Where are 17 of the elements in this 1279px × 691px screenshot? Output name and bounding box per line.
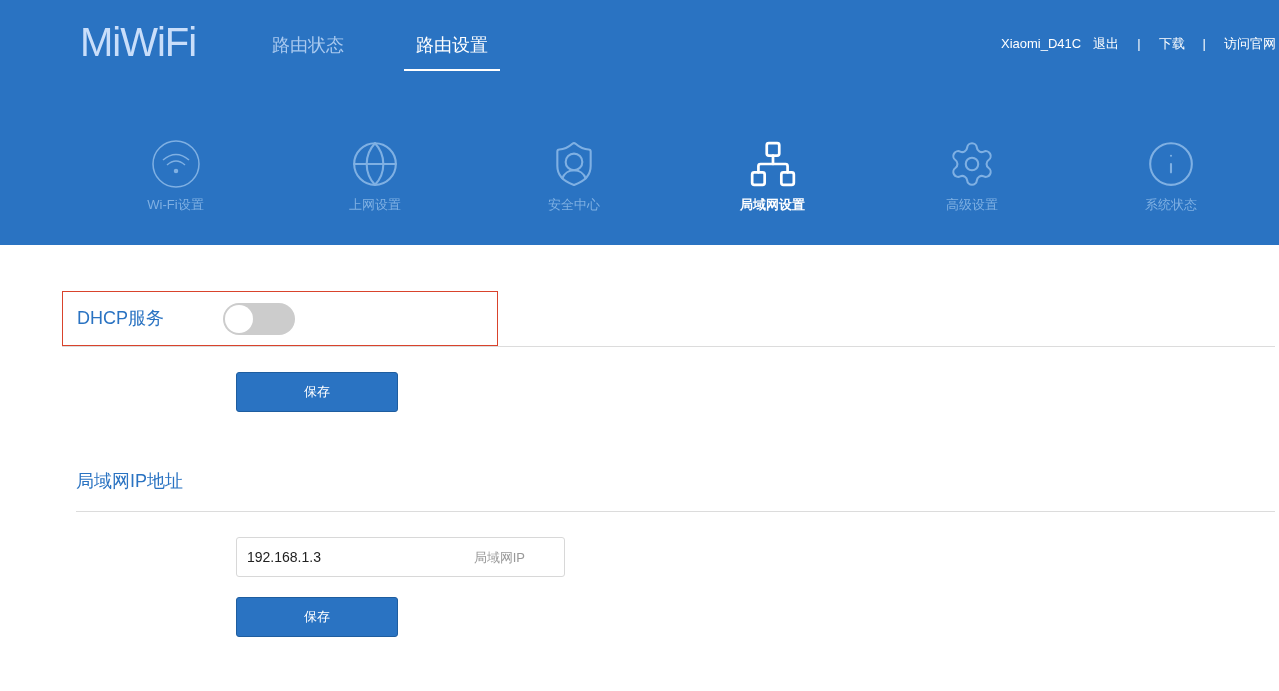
separator: | (1201, 35, 1207, 53)
settings-menu-item[interactable]: 局域网设置 (673, 139, 872, 215)
nav-tab[interactable]: 路由设置 (404, 22, 500, 71)
logo: MiWiFi (80, 22, 198, 62)
section-title: DHCP服务 (77, 307, 165, 330)
wifi-icon (150, 139, 201, 189)
nav-tab[interactable]: 路由状态 (272, 22, 344, 71)
separator: | (1136, 35, 1142, 53)
save-button[interactable]: 保存 (236, 597, 398, 637)
section-title: 局域网IP地址 (76, 471, 183, 491)
field-label: 局域网IP (473, 549, 525, 567)
toggle-switch[interactable] (223, 302, 295, 335)
header-link[interactable]: 下载 (1158, 34, 1185, 54)
save-button[interactable]: 保存 (236, 372, 398, 412)
header-link[interactable]: 退出 (1093, 34, 1120, 54)
router-name: Xiaomi_D41C (1001, 35, 1082, 53)
header-link[interactable]: 访问官网 (1224, 34, 1276, 54)
